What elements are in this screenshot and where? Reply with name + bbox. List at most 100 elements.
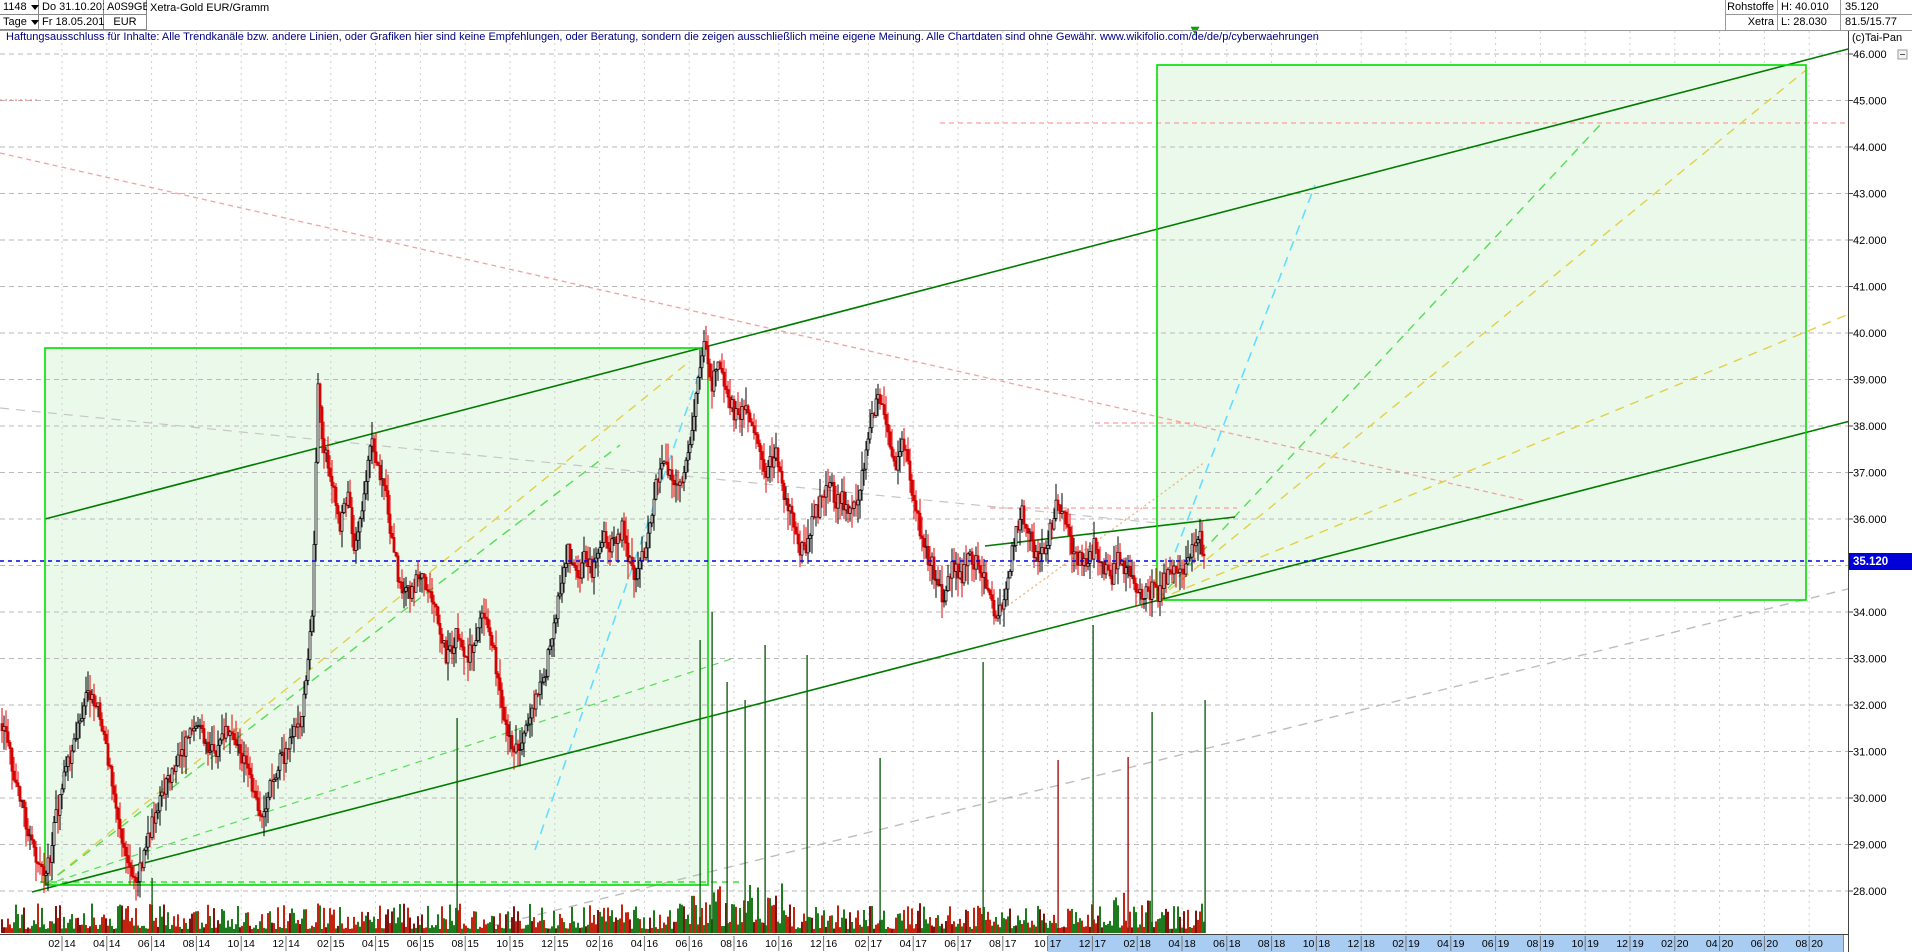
volume-spike: [806, 655, 807, 933]
date-tick-label: 19: [1498, 938, 1510, 950]
date-tick-label: 14: [64, 938, 76, 950]
price-tick-label: 38.000: [1853, 421, 1887, 433]
date-tick-label: 04: [1168, 938, 1180, 950]
date-tick-label: 17: [1050, 938, 1062, 950]
date-tick-label: 20: [1811, 938, 1823, 950]
market-segment-label: Rohstoffe: [1726, 0, 1778, 14]
date-tick-label: 02: [1661, 938, 1673, 950]
date-tick-label: 12: [1348, 938, 1360, 950]
date-tick-label: 14: [198, 938, 210, 950]
date-tick-label: 06: [138, 938, 150, 950]
exchange-label: Xetra: [1726, 15, 1778, 30]
date-tick-label: 15: [467, 938, 479, 950]
period-value: Tage: [3, 16, 27, 28]
volume-spike: [711, 612, 712, 933]
date-tick-label: 14: [288, 938, 300, 950]
volume-spike: [982, 662, 983, 933]
price-tick-label: 39.000: [1853, 375, 1887, 387]
date-tick-label: 20: [1722, 938, 1734, 950]
date-tick-label: 12: [1079, 938, 1091, 950]
date-tick-label: 17: [960, 938, 972, 950]
date-tick-label: 12: [272, 938, 284, 950]
date-tick-label: 10: [228, 938, 240, 950]
date-tick-label: 06: [1751, 938, 1763, 950]
quote-info-box: Rohstoffe H: 40.010 35.120 Xetra L: 28.0…: [1725, 0, 1912, 31]
date-tick-label: 18: [1184, 938, 1196, 950]
date-tick-label: 02: [855, 938, 867, 950]
date-tick-label: 16: [736, 938, 748, 950]
wkn-cell: A0S9GB: [104, 0, 147, 15]
period-high-value: H: 40.010: [1778, 0, 1841, 14]
quote-row-high: Rohstoffe H: 40.010 35.120: [1726, 0, 1912, 15]
last-date-cell: Fr 18.05.2018: [39, 15, 104, 30]
chevron-down-icon: [31, 5, 39, 10]
date-tick-label: 17: [870, 938, 882, 950]
date-tick-label: 02: [1392, 938, 1404, 950]
candle-count-dropdown[interactable]: 1148: [0, 0, 39, 15]
price-tick-label: 37.000: [1853, 468, 1887, 480]
volume-spike: [726, 682, 727, 933]
date-tick-label: 10: [1572, 938, 1584, 950]
date-tick-label: 10: [765, 938, 777, 950]
price-tick-label: 28.000: [1853, 886, 1887, 898]
date-tick-label: 10: [496, 938, 508, 950]
date-tick-label: 14: [109, 938, 121, 950]
date-tick-label: 17: [915, 938, 927, 950]
date-tick-label: 04: [1706, 938, 1718, 950]
currency-value: EUR: [113, 16, 136, 28]
period-dropdown[interactable]: Tage: [0, 15, 39, 30]
date-tick-label: 12: [810, 938, 822, 950]
volume-spike: [764, 645, 765, 933]
currency-cell: EUR: [104, 15, 147, 30]
date-tick-label: 04: [1437, 938, 1449, 950]
trend-channel-box-1-fill: [45, 348, 708, 885]
date-tick-label: 16: [781, 938, 793, 950]
price-tick-label: 32.000: [1853, 700, 1887, 712]
period-low-value: L: 28.030: [1778, 15, 1841, 30]
price-tick-label: 40.000: [1853, 328, 1887, 340]
date-tick-label: 06: [1213, 938, 1225, 950]
last-price-value: 35.120: [1841, 0, 1912, 14]
price-tick-label: 36.000: [1853, 514, 1887, 526]
price-tick-label: 31.000: [1853, 747, 1887, 759]
date-tick-label: 15: [512, 938, 524, 950]
volume-spike: [1057, 760, 1058, 933]
date-tick-label: 20: [1677, 938, 1689, 950]
date-tick-label: 04: [362, 938, 374, 950]
date-tick-label: 06: [407, 938, 419, 950]
candle-count-value: 1148: [3, 1, 27, 13]
date-tick-label: 16: [602, 938, 614, 950]
date-tick-label: 17: [1005, 938, 1017, 950]
chevron-down-icon: [31, 20, 39, 25]
date-tick-label: 04: [93, 938, 105, 950]
chart-canvas[interactable]: 0214041406140814101412140215041506150815…: [0, 0, 1912, 952]
date-tick-label: 17: [1094, 938, 1106, 950]
date-tick-label: 08: [452, 938, 464, 950]
date-tick-label: 08: [183, 938, 195, 950]
date-tick-label: 19: [1408, 938, 1420, 950]
date-tick-label: 18: [1274, 938, 1286, 950]
date-tick-label: 14: [154, 938, 166, 950]
date-tick-label: 08: [989, 938, 1001, 950]
price-tick-label: 34.000: [1853, 607, 1887, 619]
date-tick-label: 19: [1542, 938, 1554, 950]
date-tick-label: 16: [646, 938, 658, 950]
date-tick-label: 18: [1363, 938, 1375, 950]
volume-spike: [1092, 625, 1093, 933]
date-tick-label: 04: [900, 938, 912, 950]
price-tick-label: 44.000: [1853, 142, 1887, 154]
date-tick-label: 12: [541, 938, 553, 950]
price-tick-label: 29.000: [1853, 840, 1887, 852]
price-tick-label: 33.000: [1853, 654, 1887, 666]
date-tick-label: 19: [1632, 938, 1644, 950]
date-tick-label: 16: [826, 938, 838, 950]
date-tick-label: 02: [586, 938, 598, 950]
volume-spike: [879, 758, 880, 933]
date-tick-label: 15: [378, 938, 390, 950]
date-tick-label: 15: [422, 938, 434, 950]
price-tick-label: 30.000: [1853, 793, 1887, 805]
last-price-badge-value: 35.120: [1853, 556, 1888, 568]
date-tick-label: 20: [1766, 938, 1778, 950]
first-date-cell: Do 31.10.2013: [39, 0, 104, 15]
date-tick-label: 18: [1318, 938, 1330, 950]
